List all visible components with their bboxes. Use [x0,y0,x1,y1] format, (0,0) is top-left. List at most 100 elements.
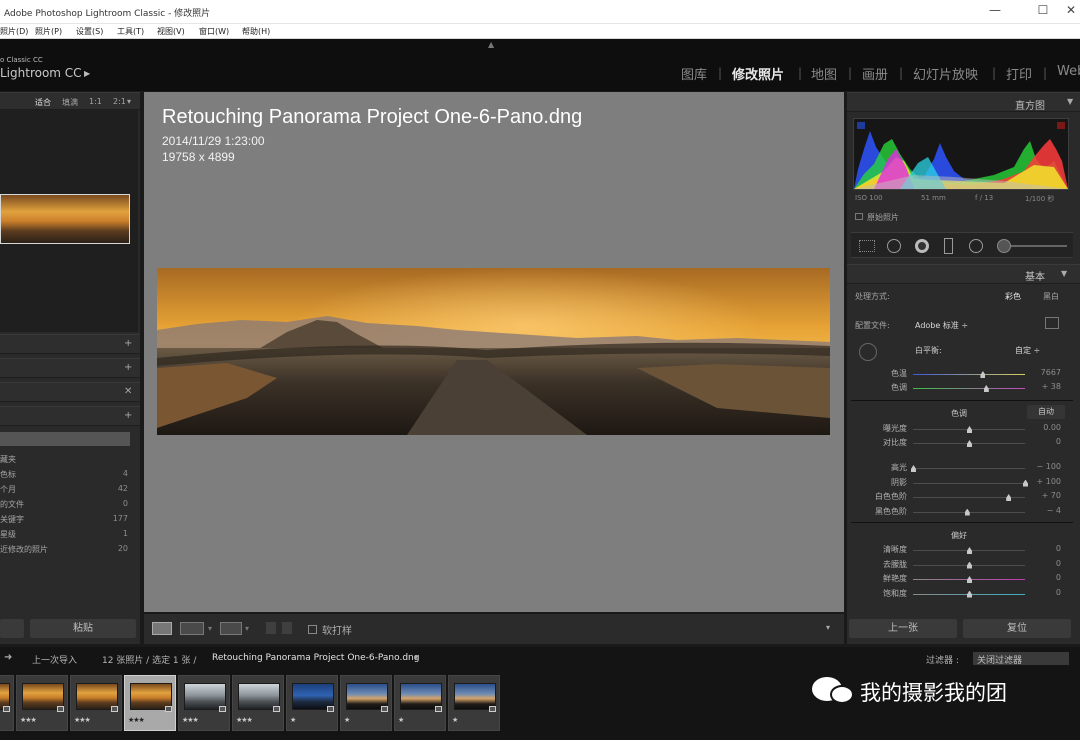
collection-filter-field[interactable] [0,432,130,446]
profile-select[interactable]: Adobe 标准 ÷ [915,320,968,331]
menu-item-view[interactable]: 视图(V) [157,26,185,37]
slider-thumb[interactable] [967,561,972,569]
minimize-button[interactable]: — [980,3,1010,17]
copy-dropdown-icon[interactable]: ▾ [245,624,249,633]
slider-value[interactable]: 0 [1027,544,1061,553]
copy-settings-icon[interactable] [220,622,242,635]
zoom-2to1[interactable]: 2:1 [113,97,126,106]
filmstrip-thumbnail[interactable]: ★ [340,675,392,731]
menu-item-settings[interactable]: 设置(S) [76,26,103,37]
maximize-button[interactable]: ☐ [1028,3,1058,17]
flag-reject-icon[interactable] [282,622,292,634]
flag-pick-icon[interactable] [266,622,276,634]
add-preset-icon[interactable]: + [124,338,132,349]
spot-removal-icon[interactable] [887,239,901,253]
slider-value[interactable]: + 38 [1027,382,1061,391]
menu-item-tools[interactable]: 工具(T) [117,26,144,37]
auto-tone-button[interactable]: 自动 [1027,405,1065,419]
original-photo-checkbox[interactable] [855,213,863,220]
slider-value[interactable]: + 100 [1027,477,1061,486]
slider-thumb[interactable] [1006,494,1012,501]
brush-amount-track[interactable] [1011,245,1067,247]
wb-eyedropper-icon[interactable] [859,343,877,361]
module-print[interactable]: 打印 [1006,64,1032,83]
collection-label[interactable]: 藏夹 [0,454,16,465]
slider-track[interactable] [913,374,1025,375]
slider-thumb[interactable] [967,576,972,583]
filmstrip-thumbnail[interactable]: ★ [394,675,446,731]
module-library[interactable]: 图库 [681,64,707,83]
snapshots-header[interactable]: + [0,358,140,378]
clear-history-icon[interactable]: ✕ [124,386,132,397]
histogram-collapse-icon[interactable]: ▼ [1067,97,1073,106]
collection-label[interactable]: 的文件 [0,499,24,510]
menu-item-photo2[interactable]: 照片(P) [35,26,62,37]
slider-thumb[interactable] [983,385,989,392]
radial-filter-icon[interactable] [969,239,983,253]
copy-button[interactable] [0,619,24,638]
basic-header[interactable]: 基本 ▼ [847,264,1080,284]
histogram-header[interactable]: 直方图 ▼ [847,92,1080,112]
loupe-view[interactable]: Retouching Panorama Project One-6-Pano.d… [144,92,844,612]
filmstrip-thumbnail[interactable]: ★★★ [178,675,230,731]
navigator-preview-area[interactable] [0,110,138,332]
zoom-fill[interactable]: 填满 [62,97,78,108]
collection-label[interactable]: 星级 [0,529,16,540]
close-button[interactable]: ✕ [1062,3,1080,17]
slider-thumb[interactable] [967,590,972,598]
slider-thumb[interactable] [967,547,972,554]
filmstrip-thumbnail[interactable]: ★★★ [232,675,284,731]
treatment-bw-option[interactable]: 黑白 [1043,291,1059,302]
menu-item-photo[interactable]: 照片(D) [0,26,28,37]
graduated-filter-icon[interactable] [944,238,953,254]
forward-icon[interactable]: ➜ [4,652,12,663]
filmstrip-thumbnail[interactable]: ★★★ [124,675,176,731]
activity-play-icon[interactable]: ▶ [84,69,90,78]
profile-browser-icon[interactable] [1045,317,1059,329]
slider-track[interactable] [913,482,1025,484]
selected-file-name[interactable]: Retouching Panorama Project One-6-Pano.d… [212,653,419,663]
filmstrip-thumbnail[interactable]: ★★★ [0,675,14,731]
menu-item-window[interactable]: 窗口(W) [199,26,229,37]
zoom-1to1[interactable]: 1:1 [89,97,102,106]
slider-track[interactable] [913,468,1025,469]
slider-value[interactable]: − 4 [1027,506,1061,515]
slider-thumb[interactable] [967,440,972,447]
module-slideshow[interactable]: 幻灯片放映 [913,64,978,83]
source-breadcrumb[interactable]: 上一次导入 [32,653,77,666]
filmstrip-thumbnail[interactable]: ★★★ [70,675,122,731]
module-map[interactable]: 地图 [811,64,837,83]
module-develop[interactable]: 修改照片 [732,64,784,83]
collections-header[interactable]: + [0,406,140,426]
paste-button[interactable]: 粘贴 [30,619,136,638]
slider-thumb[interactable] [980,371,986,378]
filter-select[interactable]: 关闭过滤器 [973,652,1069,666]
collection-label[interactable]: 近修改的照片 [0,544,48,555]
slider-value[interactable]: − 100 [1027,462,1061,471]
previous-button[interactable]: 上一张 [849,619,957,638]
soft-proofing-checkbox[interactable] [308,625,317,634]
toolbar-menu-icon[interactable]: ▾ [826,623,830,632]
histogram-graph[interactable] [853,118,1069,190]
menu-item-help[interactable]: 帮助(H) [242,26,270,37]
slider-thumb[interactable] [964,508,970,516]
collapse-top-icon[interactable]: ▲ [488,40,494,49]
slider-value[interactable]: 0 [1027,437,1061,446]
reset-button[interactable]: 复位 [963,619,1071,638]
add-snapshot-icon[interactable]: + [124,362,132,373]
red-eye-icon[interactable] [915,239,929,253]
slider-value[interactable]: 0 [1027,588,1061,597]
shadow-clipping-icon[interactable] [857,122,865,129]
source-dropdown-icon[interactable]: ▾ [414,653,418,662]
slider-value[interactable]: + 70 [1027,491,1061,500]
loupe-view-icon[interactable] [152,622,172,635]
filmstrip-thumbnail[interactable]: ★ [448,675,500,731]
before-after-icon[interactable] [180,622,204,635]
slider-value[interactable]: 0.00 [1027,423,1061,432]
presets-header[interactable]: + [0,334,140,354]
add-collection-icon[interactable]: + [124,410,132,421]
zoom-dropdown-icon[interactable]: ▾ [127,97,131,106]
wb-select[interactable]: 自定 ÷ [1015,345,1040,356]
slider-value[interactable]: 0 [1027,559,1061,568]
collection-label[interactable]: 个月 [0,484,16,495]
